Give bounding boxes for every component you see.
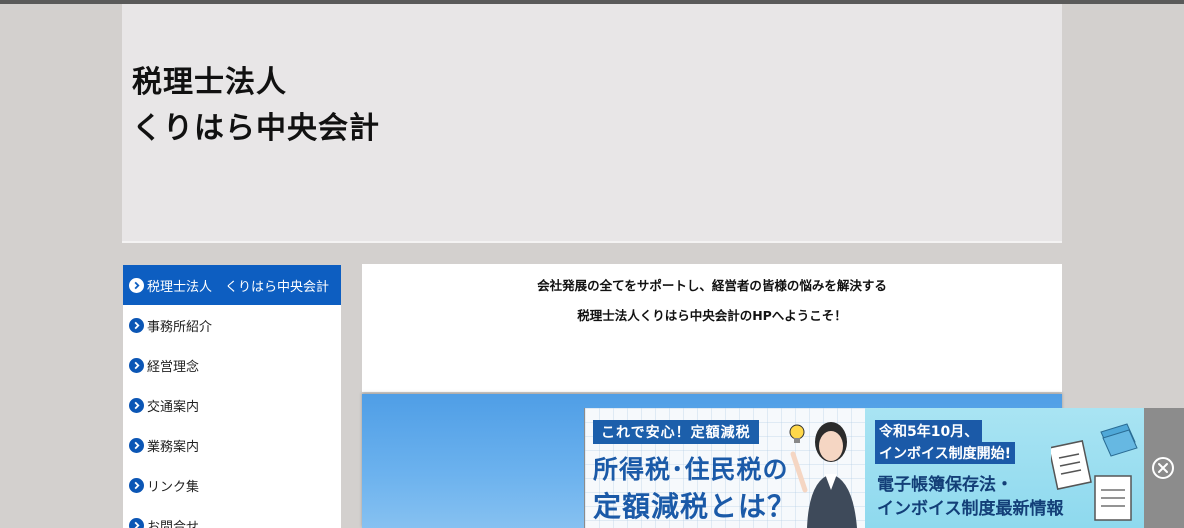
sidebar-item-links[interactable]: リンク集	[123, 465, 341, 505]
welcome-box: 会社発展の全てをサポートし、経営者の皆様の悩みを解決する 税理士法人くりはら中央…	[362, 264, 1062, 392]
ad-right-panel: 令和5年10月、 インボイス制度開始! 電子帳簿保存法・ インボイス制度最新情報	[865, 408, 1144, 528]
sidebar-item-services[interactable]: 業務案内	[123, 425, 341, 465]
sidebar-item-access[interactable]: 交通案内	[123, 385, 341, 425]
sidebar-item-label: お問合せ	[147, 519, 200, 528]
chevron-right-circle-icon	[129, 277, 144, 293]
site-title-line2: くりはら中央会計	[132, 111, 380, 146]
ad-banner[interactable]: これで安心！定額減税 所得税･住民税の 定額減税とは？ 令和5年10月、 インボ…	[585, 408, 1144, 528]
site-title[interactable]: 税理士法人 くりはら中央会計	[132, 60, 380, 152]
sidebar-item-label: 業務案内	[147, 439, 200, 455]
sidebar-item-office[interactable]: 事務所紹介	[123, 305, 341, 345]
ad-badge-date: 令和5年10月、	[875, 420, 983, 442]
close-circle-icon[interactable]	[1151, 456, 1175, 480]
sidebar-item-label: 税理士法人 くりはら中央会計	[147, 279, 330, 295]
chevron-right-circle-icon	[129, 317, 144, 333]
sidebar-item-home[interactable]: 税理士法人 くりはら中央会計	[123, 265, 341, 305]
ad-tag: これで安心！定額減税	[593, 420, 759, 444]
ad-left-panel: これで安心！定額減税 所得税･住民税の 定額減税とは？	[585, 408, 865, 528]
sidebar-item-label: 交通案内	[147, 399, 200, 415]
sidebar-item-contact[interactable]: お問合せ	[123, 505, 341, 528]
sidebar-nav: 税理士法人 くりはら中央会計 事務所紹介 経営理念 交通案内 業務案内 リンク集…	[123, 265, 341, 528]
ad-info-2: インボイス制度最新情報	[877, 499, 1064, 519]
businesswoman-illustration	[789, 422, 857, 528]
sidebar-item-label: リンク集	[147, 479, 200, 495]
chevron-right-circle-icon	[129, 517, 144, 528]
welcome-tagline: 会社発展の全てをサポートし、経営者の皆様の悩みを解決する	[537, 278, 887, 293]
chevron-right-circle-icon	[129, 397, 144, 413]
ad-badge-invoice: インボイス制度開始!	[875, 442, 1015, 464]
site-title-line1: 税理士法人	[132, 65, 287, 100]
ad-headline-1: 所得税･住民税の	[593, 455, 789, 484]
site-header: 税理士法人 くりはら中央会計	[122, 4, 1062, 243]
sidebar-item-label: 事務所紹介	[147, 319, 213, 335]
documents-illustration	[1051, 423, 1138, 521]
welcome-message: 税理士法人くりはら中央会計のHPへようこそ！	[577, 308, 847, 323]
sidebar-item-label: 経営理念	[147, 359, 200, 375]
chevron-right-circle-icon	[129, 477, 144, 493]
ad-info-1: 電子帳簿保存法・	[877, 475, 1013, 495]
chevron-right-circle-icon	[129, 437, 144, 453]
sidebar-item-philosophy[interactable]: 経営理念	[123, 345, 341, 385]
ad-headline-2: 定額減税とは？	[593, 490, 797, 523]
chevron-right-circle-icon	[129, 357, 144, 373]
